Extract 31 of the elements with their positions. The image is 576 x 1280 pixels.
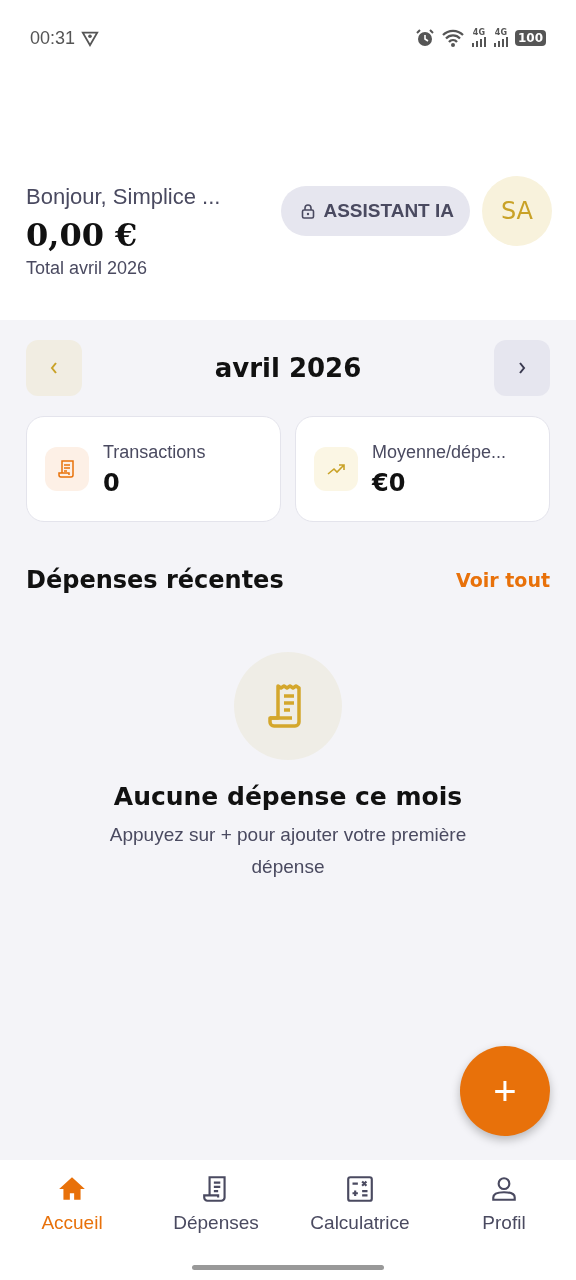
stat-value: 0: [103, 468, 121, 497]
signal-icon: [492, 37, 509, 47]
section-title: Dépenses récentes: [26, 566, 284, 594]
nav-tab[interactable]: Calculatrice: [288, 1174, 432, 1280]
network-label: 4G: [494, 29, 507, 37]
shield-icon: [81, 29, 100, 47]
nav-tab[interactable]: Profil: [432, 1174, 576, 1280]
previous-month-button[interactable]: [26, 340, 82, 396]
chevron-left-icon: [49, 360, 59, 376]
assistant-button[interactable]: ASSISTANT IA: [281, 186, 470, 236]
nav-tab[interactable]: Dépenses: [144, 1174, 288, 1280]
stat-label: Transactions: [103, 441, 206, 463]
wifi-icon: [440, 28, 465, 48]
empty-message: Appuyez sur + pour ajouter votre première dépense: [108, 823, 468, 879]
total-amount: 0,00 €: [26, 216, 139, 254]
empty-title: Aucune dépense ce mois: [113, 782, 463, 811]
month-label: avril 2026: [214, 353, 362, 383]
stat-value: €0: [372, 468, 407, 497]
receipt-icon: [57, 459, 77, 479]
chevron-right-icon: [517, 360, 527, 376]
network-label: 4G: [472, 29, 485, 37]
profile-icon: [489, 1174, 519, 1204]
calculator-icon: [345, 1174, 375, 1204]
alarm-icon: [414, 28, 435, 48]
stat-label: Moyenne/dépe...: [372, 441, 507, 463]
signal-icon: [470, 37, 487, 47]
greeting: Bonjour, Simplice ...: [26, 184, 222, 210]
battery-indicator: 100: [514, 30, 546, 46]
next-month-button[interactable]: [494, 340, 550, 396]
status-time: 00:31: [30, 27, 76, 49]
total-caption: Total avril 2026: [26, 258, 149, 279]
